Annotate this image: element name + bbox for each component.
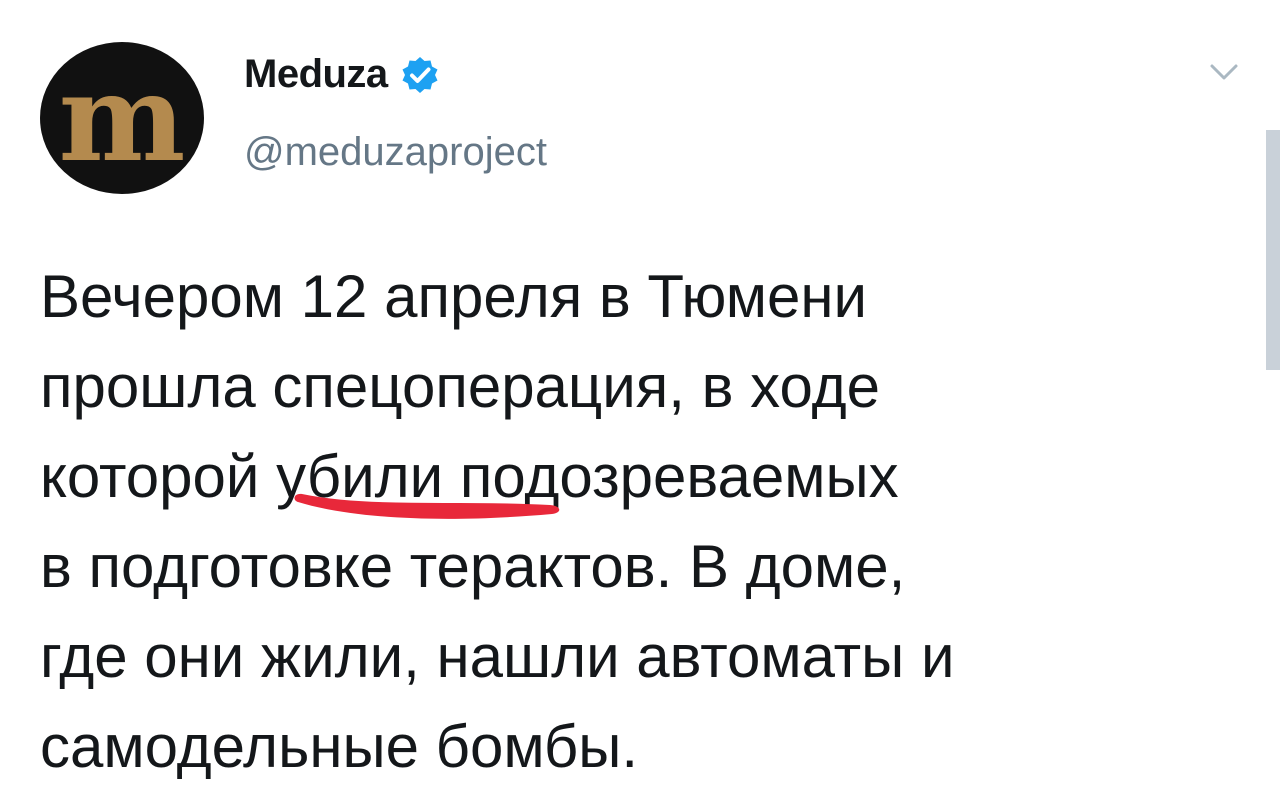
- tweet-text: Вечером 12 апреля в Тюмени прошла спецоп…: [40, 252, 1200, 792]
- avatar[interactable]: m: [40, 42, 204, 194]
- tweet-line: Вечером 12 апреля в Тюмени: [40, 263, 868, 330]
- account-handle[interactable]: @meduzaproject: [244, 130, 547, 175]
- tweet-line: где они жили, нашли автоматы и: [40, 623, 955, 690]
- author-name-row: Meduza: [244, 52, 440, 97]
- red-underline-annotation: [294, 493, 560, 519]
- chevron-down-icon[interactable]: [1204, 58, 1244, 88]
- tweet-line: которой убили подозреваемых: [40, 443, 899, 510]
- tweet-line: самодельные бомбы.: [40, 713, 639, 780]
- scrollbar[interactable]: [1266, 130, 1280, 370]
- avatar-glyph: m: [59, 48, 186, 189]
- verified-badge-icon: [400, 55, 440, 95]
- tweet-line: прошла спецоперация, в ходе: [40, 353, 880, 420]
- tweet-line: в подготовке терактов. В доме,: [40, 533, 906, 600]
- meduza-logo-icon: m: [59, 48, 186, 189]
- display-name[interactable]: Meduza: [244, 52, 388, 97]
